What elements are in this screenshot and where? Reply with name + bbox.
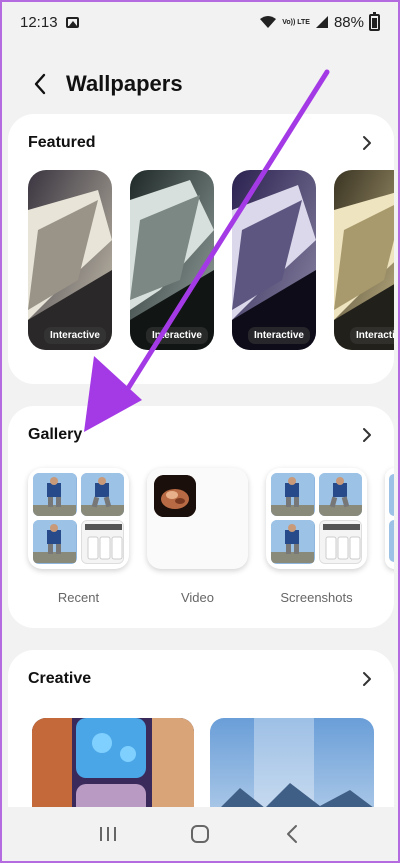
page-title: Wallpapers [66, 71, 183, 96]
wifi-icon [260, 16, 277, 28]
status-bar: 12:13 Vo)) LTE 88% [2, 2, 398, 42]
gallery-card: Gallery Recent Video Screenshots [8, 406, 394, 628]
home-icon [191, 825, 209, 843]
gallery-album-recent[interactable] [28, 468, 129, 569]
recents-button[interactable] [88, 814, 128, 854]
status-time: 12:13 [20, 13, 58, 31]
photo-thumbnail [33, 519, 77, 564]
interactive-badge: Interactive [349, 327, 394, 344]
featured-wallpaper[interactable]: Interactive [130, 170, 214, 350]
gallery-title: Gallery [28, 426, 83, 443]
album-label-video: Video [180, 590, 214, 605]
featured-wallpaper[interactable]: Interactive [28, 170, 112, 350]
screenshot-thumbnail [80, 519, 124, 564]
back-icon [287, 825, 297, 843]
home-button[interactable] [180, 814, 220, 854]
creative-title: Creative [28, 670, 92, 687]
photo-thumbnail [80, 473, 124, 516]
gallery-labels: Recent Video Screenshots [28, 590, 367, 605]
photo-thumbnail [271, 473, 315, 516]
battery-percent: 88% [333, 13, 364, 31]
interactive-badge: Interactive [145, 327, 208, 344]
back-button[interactable] [20, 64, 60, 104]
photo-thumbnail [33, 473, 77, 516]
gallery-row [28, 468, 394, 569]
network-type: Vo)) LTE [282, 18, 310, 26]
system-back-button[interactable] [272, 814, 312, 854]
interactive-badge: Interactive [247, 327, 310, 344]
featured-row: Interactive Interactive Interactive Inte… [28, 170, 394, 350]
system-nav-bar [2, 807, 398, 861]
back-arrow-icon [34, 73, 46, 95]
photo-thumbnail [318, 473, 362, 516]
recents-icon [100, 827, 116, 841]
featured-card: Featured Interactive Interactive Interac… [8, 114, 394, 384]
featured-title: Featured [28, 134, 96, 151]
featured-wallpaper[interactable]: Interactive [232, 170, 316, 350]
chevron-right-icon[interactable] [358, 426, 376, 444]
photo-thumbnail [271, 519, 315, 564]
album-label-screenshots: Screenshots [280, 590, 353, 605]
album-label-recent: Recent [57, 590, 100, 605]
gallery-album-screenshots[interactable] [266, 468, 367, 569]
gallery-notification-icon [65, 16, 79, 28]
chevron-right-icon[interactable] [358, 670, 376, 688]
battery-icon [369, 11, 380, 31]
interactive-badge: Interactive [43, 327, 106, 344]
gallery-album-video[interactable] [147, 468, 248, 569]
signal-icon [315, 16, 328, 28]
video-thumbnail [154, 475, 196, 517]
header: Wallpapers [2, 62, 398, 106]
screenshot-thumbnail [318, 519, 362, 564]
chevron-right-icon[interactable] [358, 134, 376, 152]
gallery-album-next[interactable] [385, 468, 394, 569]
featured-wallpaper[interactable]: Interactive [334, 170, 394, 350]
